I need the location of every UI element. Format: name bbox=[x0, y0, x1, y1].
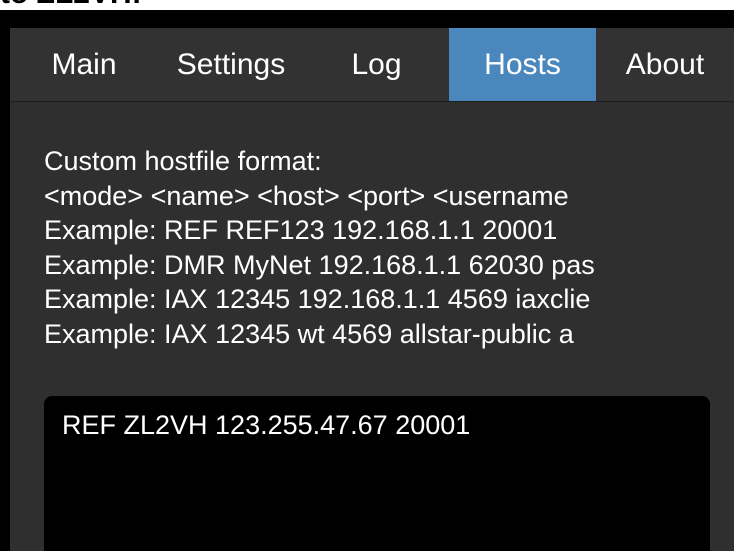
tab-log[interactable]: Log bbox=[304, 28, 449, 101]
help-example-ref: Example: REF REF123 192.168.1.1 20001 bbox=[44, 215, 558, 245]
window-frame: Main Settings Log Hosts About Custom hos… bbox=[0, 10, 734, 551]
tab-about[interactable]: About bbox=[596, 28, 734, 101]
tab-bar: Main Settings Log Hosts About bbox=[10, 28, 734, 102]
hostfile-editor[interactable]: REF ZL2VH 123.255.47.67 20001 bbox=[44, 396, 710, 551]
app-window: Main Settings Log Hosts About Custom hos… bbox=[10, 28, 734, 551]
tab-main[interactable]: Main bbox=[10, 28, 158, 101]
help-format: <mode> <name> <host> <port> <username bbox=[44, 180, 569, 211]
help-title: Custom hostfile format: bbox=[44, 146, 322, 176]
help-example-iax: Example: IAX 12345 192.168.1.1 4569 iaxc… bbox=[44, 284, 591, 314]
help-example-dmr: Example: DMR MyNet 192.168.1.1 62030 pas bbox=[44, 249, 595, 280]
tab-settings[interactable]: Settings bbox=[158, 28, 304, 101]
cropped-caption: to ZL2VH: bbox=[0, 0, 142, 10]
tab-hosts[interactable]: Hosts bbox=[449, 28, 596, 101]
hosts-panel: Custom hostfile format: <mode> <name> <h… bbox=[10, 102, 734, 551]
help-example-iax-allstar: Example: IAX 12345 wt 4569 allstar-publi… bbox=[44, 318, 574, 349]
hostfile-help: Custom hostfile format: <mode> <name> <h… bbox=[44, 144, 734, 351]
